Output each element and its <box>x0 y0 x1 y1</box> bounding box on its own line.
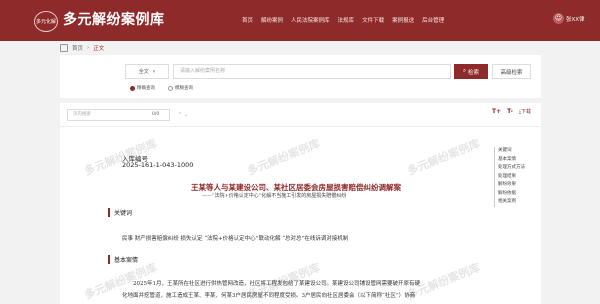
radio-unchecked-icon <box>168 85 173 91</box>
body-paragraph-line: 化地面并挖管道，施工造成王某、李某、何某3户居民房屋不同程度受损。3户居民向社区… <box>122 293 416 299</box>
body-paragraph-line: 2025年1月，王某所在社区进行供热管网改造，社区将工程发包给了某建设公司。某建… <box>133 281 421 287</box>
outline-item-related[interactable]: 相关案例 <box>498 198 525 207</box>
toolbar-divider <box>60 126 541 127</box>
search-button-label: 检索 <box>468 69 480 76</box>
outline-item-basic-facts[interactable]: 基本案情 <box>498 156 525 165</box>
avatar[interactable]: ☺ <box>553 13 564 24</box>
outline-item-method[interactable]: 处理方式方法 <box>498 164 525 173</box>
exact-search-label: 精确查询 <box>137 86 155 91</box>
document-outline: 关键词 基本案情 处理方式方法 处理结果 解纷效果 解纷依据 相关案例 <box>494 147 525 207</box>
section-title: 基本案情 <box>114 257 139 264</box>
search-panel: 全文 ▾ 请输入解纷案例名称 ⌕ 检索 高级检索 精确查询 模糊查询 <box>60 55 541 98</box>
top-header: 多元化解 多元解纷案例库 首页 解纷案例 人民法院案例库 法规库 文件下载 案例… <box>0 0 600 41</box>
fuzzy-search-label: 模糊查询 <box>175 86 193 91</box>
breadcrumb: 首页 › 正文 <box>60 44 104 52</box>
basic-facts-text: 2025年1月，王某所在社区进行供热管网改造，社区将工程发包给了某建设公司。某建… <box>122 278 487 302</box>
search-scope-select[interactable]: 全文 ▾ <box>125 64 169 79</box>
case-number: 2025-161-1-043-1000 <box>122 161 194 169</box>
outline-item-basis[interactable]: 解纷依据 <box>498 190 525 199</box>
home-icon <box>60 44 68 52</box>
nav-home[interactable]: 首页 <box>242 16 253 24</box>
document-toolbar: T+ T- ⤓下载 <box>492 108 531 115</box>
section-title: 关键词 <box>114 210 133 217</box>
breadcrumb-home[interactable]: 首页 <box>72 44 83 52</box>
fuzzy-search-radio[interactable]: 模糊查询 <box>168 85 193 91</box>
main-nav: 首页 解纷案例 人民法院案例库 法规库 文件下载 案例报送 后台管理 <box>242 16 452 24</box>
search-scope-value: 全文 <box>138 69 149 75</box>
app-title[interactable]: 多元解纷案例库 <box>63 9 165 29</box>
advanced-search-button[interactable]: 高级检索 <box>492 64 531 79</box>
nav-cases[interactable]: 解纷案例 <box>261 16 283 24</box>
exact-search-radio[interactable]: 精确查询 <box>130 85 155 91</box>
match-nav-arrows[interactable]: ⌃ ⌄ <box>178 109 188 121</box>
nav-court-cases[interactable]: 人民法院案例库 <box>291 16 330 24</box>
font-increase-button[interactable]: T+ <box>492 108 501 115</box>
watermark: 多元解纷案例库 <box>245 137 322 178</box>
download-button[interactable]: ⤓下载 <box>519 108 531 115</box>
section-keywords-heading: 关键词 <box>108 208 132 217</box>
section-basic-facts-heading: 基本案情 <box>108 255 138 264</box>
document-subtitle: ——“法院+价格认定中心”化解不当施工引发的房屋损失赔偿纠纷 <box>202 193 347 199</box>
court-logo: 多元化解 <box>34 11 58 32</box>
nav-submit-case[interactable]: 案例报送 <box>392 16 414 24</box>
outline-item-result[interactable]: 处理结果 <box>498 173 525 182</box>
outline-item-effect[interactable]: 解纷效果 <box>498 181 525 190</box>
nav-admin[interactable]: 后台管理 <box>422 16 444 24</box>
match-count: 0/0 <box>152 112 160 117</box>
nav-downloads[interactable]: 文件下载 <box>362 16 384 24</box>
download-label: 下载 <box>521 109 532 115</box>
breadcrumb-separator: › <box>87 45 90 51</box>
section-marker <box>108 255 110 264</box>
breadcrumb-current: 正文 <box>93 46 105 52</box>
watermark: 多元解纷案例库 <box>405 137 482 178</box>
user-name[interactable]: 张XX律 <box>566 15 585 23</box>
font-decrease-button[interactable]: T- <box>507 108 513 115</box>
radio-checked-icon <box>130 85 135 91</box>
section-marker <box>108 208 110 217</box>
keywords-text: 民事 财产损害赔偿纠纷 损失认定 “法院+价格认定中心”联动化解 “总对总”在线… <box>122 236 349 242</box>
outline-item-keywords[interactable]: 关键词 <box>498 147 525 156</box>
chevron-down-icon: ▾ <box>152 68 156 75</box>
search-button[interactable]: ⌕ 检索 <box>454 64 488 79</box>
search-input[interactable]: 请输入解纷案例名称 <box>173 64 451 79</box>
document-panel: 页内搜索 0/0 ⌃ ⌄ T+ T- ⤓下载 多元解纷案例库 多元解纷案例库 多… <box>60 103 541 304</box>
search-icon: ⌕ <box>462 68 467 74</box>
nav-laws[interactable]: 法规库 <box>338 16 355 24</box>
